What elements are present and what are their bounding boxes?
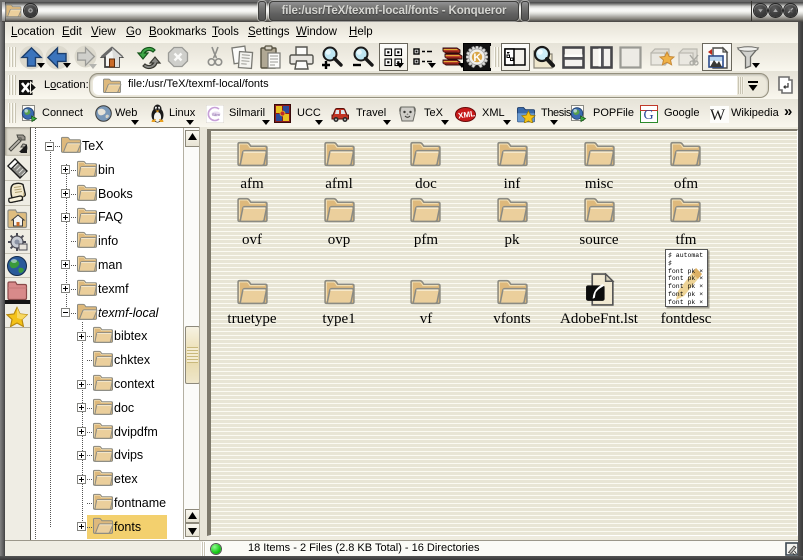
svg-text:K: K bbox=[473, 52, 481, 64]
svg-text:W: W bbox=[710, 107, 726, 123]
svg-text:Silm: Silm bbox=[212, 112, 220, 117]
svg-text:G: G bbox=[644, 108, 654, 123]
